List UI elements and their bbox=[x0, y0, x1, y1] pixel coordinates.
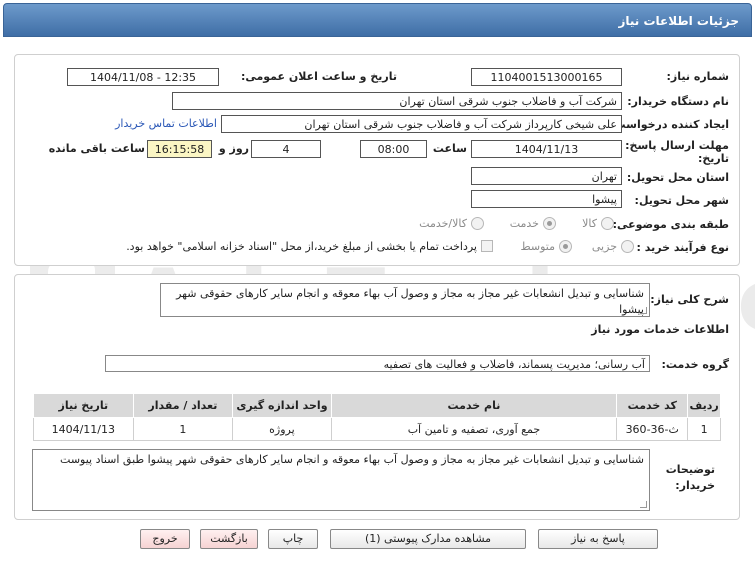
col-need-date: تاریخ نیاز bbox=[33, 393, 134, 418]
col-quantity: تعداد / مقدار bbox=[132, 393, 234, 418]
category-option-service: خدمت bbox=[509, 217, 539, 230]
view-attachments-button[interactable]: مشاهده مدارک پیوستی (1) bbox=[330, 529, 526, 549]
services-table: ردیف کد خدمت نام خدمت واحد اندازه گیری ت… bbox=[33, 393, 721, 441]
buyer-contact-link[interactable]: اطلاعات تماس خریدار bbox=[111, 117, 217, 130]
print-button[interactable]: چاپ bbox=[268, 529, 318, 549]
cell-service-name: جمع آوری، تصفیه و تامین آب bbox=[330, 417, 618, 441]
announce-date-label: تاریخ و ساعت اعلان عمومی: bbox=[240, 70, 397, 83]
announce-date-field: 1404/11/08 - 12:35 bbox=[67, 68, 219, 86]
category-radio-goods-service[interactable] bbox=[471, 217, 484, 230]
treasury-payment-note: پرداخت تمام یا بخشی از مبلغ خرید،از محل … bbox=[126, 240, 477, 253]
services-heading: اطلاعات خدمات مورد نیاز bbox=[591, 323, 729, 336]
description-label: شرح کلی نیاز: bbox=[650, 293, 729, 306]
buyer-notes-textarea[interactable]: شناسایی و تبدیل انشعابات غیر مجاز به مجا… bbox=[32, 449, 650, 511]
details-panel: شرح کلی نیاز: شناسایی و تبدیل انشعابات غ… bbox=[14, 274, 740, 520]
purchase-radio-minor[interactable] bbox=[621, 240, 634, 253]
service-group-label: گروه خدمت: bbox=[661, 358, 729, 371]
category-label: طبقه بندی موضوعی: bbox=[612, 218, 729, 231]
deadline-time-label: ساعت bbox=[432, 142, 467, 155]
col-service-name: نام خدمت bbox=[330, 393, 618, 418]
category-option-goods-service: کالا/خدمت bbox=[419, 217, 467, 230]
deadline-label-2: تاریخ: bbox=[697, 152, 729, 165]
category-radio-service[interactable] bbox=[543, 217, 556, 230]
reply-button[interactable]: پاسخ به نیاز bbox=[538, 529, 658, 549]
description-textarea[interactable]: شناسایی و تبدیل انشعابات غیر مجاز به مجا… bbox=[160, 283, 650, 317]
deadline-time-field: 08:00 bbox=[360, 140, 427, 158]
exit-button[interactable]: خروج bbox=[140, 529, 190, 549]
days-label: روز و bbox=[218, 142, 249, 155]
cell-need-date: 1404/11/13 bbox=[33, 417, 134, 441]
col-unit: واحد اندازه گیری bbox=[232, 393, 332, 418]
need-number-field: 1104001513000165 bbox=[471, 68, 622, 86]
col-service-code: کد خدمت bbox=[616, 393, 689, 418]
cell-row-number: 1 bbox=[687, 417, 721, 441]
days-remaining-field: 4 bbox=[251, 140, 321, 158]
service-group-field: آب رسانی؛ مدیریت پسماند، فاضلاب و فعالیت… bbox=[105, 355, 650, 372]
deadline-date-field: 1404/11/13 bbox=[471, 140, 622, 158]
purchase-radio-medium[interactable] bbox=[559, 240, 572, 253]
purchase-option-medium: متوسط bbox=[520, 240, 555, 253]
cell-quantity: 1 bbox=[132, 417, 234, 441]
table-header-row: ردیف کد خدمت نام خدمت واحد اندازه گیری ت… bbox=[33, 393, 721, 418]
need-number-label: شماره نیاز: bbox=[666, 70, 729, 83]
requester-label: ایجاد کننده درخواست: bbox=[610, 118, 729, 131]
purchase-option-minor: جزیی bbox=[591, 240, 617, 253]
city-field: پیشوا bbox=[471, 190, 622, 208]
purchase-type-label: نوع فرآیند خرید : bbox=[636, 241, 729, 254]
resize-handle[interactable] bbox=[640, 501, 647, 508]
deadline-label: مهلت ارسال پاسخ: تا bbox=[613, 139, 729, 152]
page-title: جزئیات اطلاعات نیاز bbox=[618, 14, 739, 28]
cell-service-code: ث-36-360 bbox=[616, 417, 689, 441]
back-button[interactable]: بازگشت bbox=[200, 529, 258, 549]
table-row: 1 ث-36-360 جمع آوری، تصفیه و تامین آب پر… bbox=[33, 417, 721, 441]
buyer-notes-text: شناسایی و تبدیل انشعابات غیر مجاز به مجا… bbox=[60, 453, 644, 466]
info-panel: شماره نیاز: 1104001513000165 تاریخ و ساع… bbox=[14, 54, 740, 266]
cell-unit: پروژه bbox=[232, 417, 332, 441]
resize-handle[interactable] bbox=[640, 307, 647, 314]
city-label: شهر محل تحویل: bbox=[634, 194, 729, 207]
buyer-notes-label: توضیحات bbox=[665, 463, 715, 476]
province-label: استان محل تحویل: bbox=[626, 171, 729, 184]
province-field: تهران bbox=[471, 167, 622, 185]
page-header: جزئیات اطلاعات نیاز bbox=[3, 3, 752, 37]
category-option-goods: کالا bbox=[582, 217, 597, 230]
buyer-org-label: نام دستگاه خریدار: bbox=[627, 95, 729, 108]
remaining-time-field: 16:15:58 bbox=[147, 140, 212, 158]
description-text: شناسایی و تبدیل انشعابات غیر مجاز به مجا… bbox=[176, 287, 644, 316]
category-radio-goods[interactable] bbox=[601, 217, 614, 230]
treasury-payment-checkbox[interactable] bbox=[481, 240, 493, 252]
buyer-notes-label-2: خریدار: bbox=[675, 479, 715, 492]
col-row-number: ردیف bbox=[687, 393, 721, 418]
buyer-org-field: شرکت آب و فاضلاب جنوب شرقی استان تهران bbox=[172, 92, 622, 110]
remaining-time-label: ساعت باقی مانده bbox=[48, 142, 145, 155]
requester-field: علی شیخی کارپرداز شرکت آب و فاضلاب جنوب … bbox=[221, 115, 622, 133]
